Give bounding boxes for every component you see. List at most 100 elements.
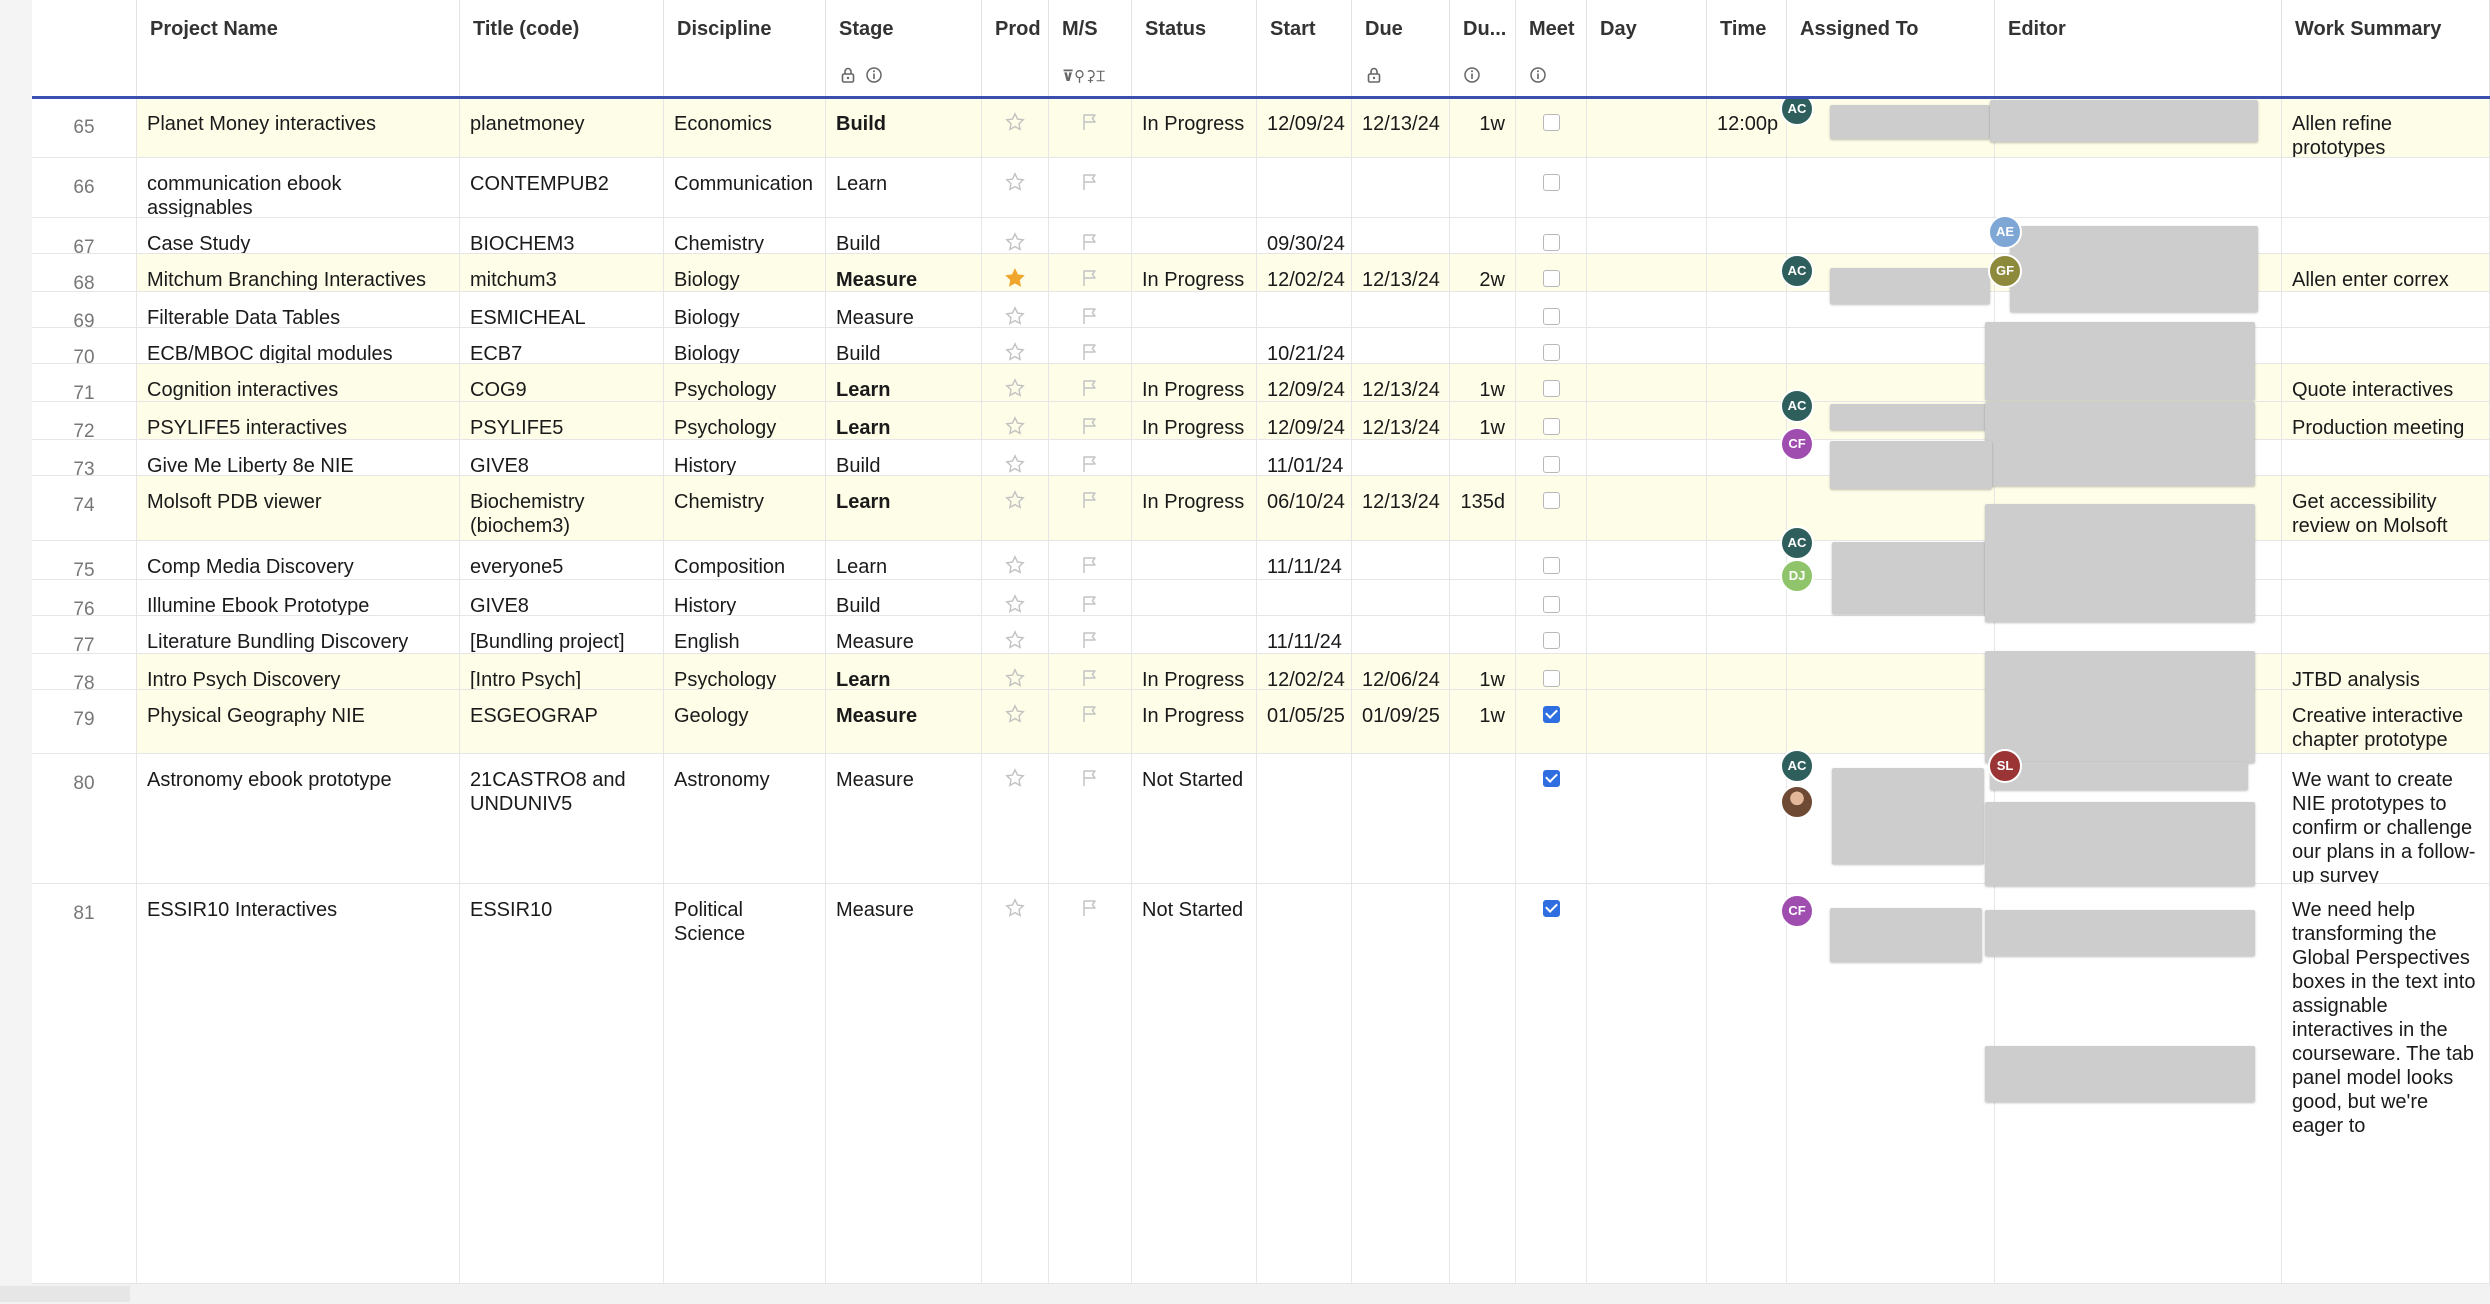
cell-discipline[interactable]: Chemistry [664, 476, 826, 540]
cell-start[interactable] [1257, 884, 1352, 1283]
cell-title[interactable]: [Intro Psych] [460, 654, 664, 689]
cell-project[interactable]: Molsoft PDB viewer [137, 476, 460, 540]
cell-dur[interactable] [1450, 580, 1516, 615]
cell-title[interactable]: [Bundling project] [460, 616, 664, 653]
cell-stage[interactable]: Measure [826, 292, 982, 327]
flag-icon[interactable] [1080, 490, 1100, 510]
cell-title[interactable]: PSYLIFE5 [460, 402, 664, 439]
cell-num[interactable]: 70 [32, 328, 137, 363]
cell-project[interactable]: communication ebook assignables [137, 158, 460, 217]
cell-project[interactable]: ECB/MBOC digital modules [137, 328, 460, 363]
cell-stage[interactable]: Learn [826, 654, 982, 689]
cell-start[interactable]: 11/11/24 [1257, 616, 1352, 653]
column-header-editor[interactable]: Editor [1995, 0, 2282, 96]
cell-status[interactable]: In Progress [1132, 476, 1257, 540]
meet-checkbox[interactable] [1542, 114, 1560, 131]
cell-discipline[interactable]: Composition [664, 541, 826, 579]
flag-icon[interactable] [1080, 306, 1100, 326]
cell-discipline[interactable]: Biology [664, 292, 826, 327]
cell-ms[interactable] [1049, 328, 1132, 363]
cell-status[interactable]: In Progress [1132, 690, 1257, 753]
meet-checkbox[interactable] [1542, 557, 1560, 574]
avatar[interactable]: AE [1988, 215, 2022, 249]
cell-dur[interactable] [1450, 292, 1516, 327]
cell-discipline[interactable]: Communication [664, 158, 826, 217]
meet-checkbox[interactable] [1542, 706, 1560, 723]
cell-ms[interactable] [1049, 402, 1132, 439]
cell-time[interactable] [1707, 364, 1787, 401]
cell-due[interactable] [1352, 218, 1450, 253]
flag-icon[interactable] [1080, 268, 1100, 288]
cell-assigned[interactable] [1787, 218, 1995, 253]
cell-project[interactable]: PSYLIFE5 interactives [137, 402, 460, 439]
cell-day[interactable] [1587, 98, 1707, 157]
avatar[interactable]: AC [1780, 254, 1814, 288]
cell-due[interactable]: 12/06/24 [1352, 654, 1450, 689]
cell-dur[interactable] [1450, 541, 1516, 579]
star-icon[interactable] [1005, 172, 1025, 192]
cell-ms[interactable] [1049, 616, 1132, 653]
column-header-prod[interactable]: Prod [982, 0, 1049, 96]
cell-assigned[interactable] [1787, 158, 1995, 217]
meet-checkbox[interactable] [1542, 308, 1560, 325]
cell-status[interactable]: Not Started [1132, 884, 1257, 1283]
info-icon[interactable] [1463, 66, 1481, 84]
star-icon[interactable] [1005, 668, 1025, 688]
cell-prod[interactable] [982, 754, 1049, 883]
cell-day[interactable] [1587, 364, 1707, 401]
cell-start[interactable]: 10/21/24 [1257, 328, 1352, 363]
cell-summary[interactable]: We need help transforming the Global Per… [2282, 884, 2490, 1283]
cell-day[interactable] [1587, 541, 1707, 579]
cell-title[interactable]: CONTEMPUB2 [460, 158, 664, 217]
cell-dur[interactable]: 135d [1450, 476, 1516, 540]
cell-meet[interactable] [1516, 884, 1587, 1283]
cell-status[interactable]: In Progress [1132, 254, 1257, 291]
cell-assigned[interactable] [1787, 328, 1995, 363]
cell-start[interactable]: 11/11/24 [1257, 541, 1352, 579]
cell-time[interactable] [1707, 254, 1787, 291]
cell-title[interactable]: ESSIR10 [460, 884, 664, 1283]
cell-dur[interactable]: 1w [1450, 98, 1516, 157]
cell-title[interactable]: 21CASTRO8 and UNDUNIV5 [460, 754, 664, 883]
cell-start[interactable]: 01/05/25 [1257, 690, 1352, 753]
cell-meet[interactable] [1516, 98, 1587, 157]
cell-start[interactable] [1257, 580, 1352, 615]
cell-num[interactable]: 79 [32, 690, 137, 753]
cell-prod[interactable] [982, 98, 1049, 157]
cell-day[interactable] [1587, 328, 1707, 363]
cell-dur[interactable]: 2w [1450, 254, 1516, 291]
cell-prod[interactable] [982, 254, 1049, 291]
cell-time[interactable] [1707, 402, 1787, 439]
star-icon[interactable] [1005, 232, 1025, 252]
column-header-assigned[interactable]: Assigned To [1787, 0, 1995, 96]
cell-due[interactable]: 01/09/25 [1352, 690, 1450, 753]
cell-summary[interactable] [2282, 440, 2490, 475]
milestone-icons[interactable]: ⊽⚲⚳⌶ [1062, 66, 1122, 84]
star-icon[interactable] [1005, 112, 1025, 132]
cell-time[interactable] [1707, 440, 1787, 475]
cell-stage[interactable]: Build [826, 218, 982, 253]
cell-discipline[interactable]: Astronomy [664, 754, 826, 883]
cell-prod[interactable] [982, 440, 1049, 475]
flag-icon[interactable] [1080, 232, 1100, 252]
cell-discipline[interactable]: Psychology [664, 402, 826, 439]
cell-meet[interactable] [1516, 158, 1587, 217]
star-filled-icon[interactable] [1005, 268, 1025, 288]
cell-project[interactable]: Cognition interactives [137, 364, 460, 401]
avatar[interactable]: AC [1780, 526, 1814, 560]
meet-checkbox[interactable] [1542, 418, 1560, 435]
cell-start[interactable]: 12/09/24 [1257, 402, 1352, 439]
cell-meet[interactable] [1516, 690, 1587, 753]
cell-time[interactable] [1707, 580, 1787, 615]
star-icon[interactable] [1005, 378, 1025, 398]
cell-ms[interactable] [1049, 364, 1132, 401]
column-header-summary[interactable]: Work Summary [2282, 0, 2490, 96]
cell-ms[interactable] [1049, 440, 1132, 475]
cell-discipline[interactable]: History [664, 440, 826, 475]
cell-title[interactable]: BIOCHEM3 [460, 218, 664, 253]
cell-title[interactable]: everyone5 [460, 541, 664, 579]
meet-checkbox[interactable] [1542, 380, 1560, 397]
cell-due[interactable] [1352, 440, 1450, 475]
cell-status[interactable]: In Progress [1132, 364, 1257, 401]
star-icon[interactable] [1005, 555, 1025, 575]
